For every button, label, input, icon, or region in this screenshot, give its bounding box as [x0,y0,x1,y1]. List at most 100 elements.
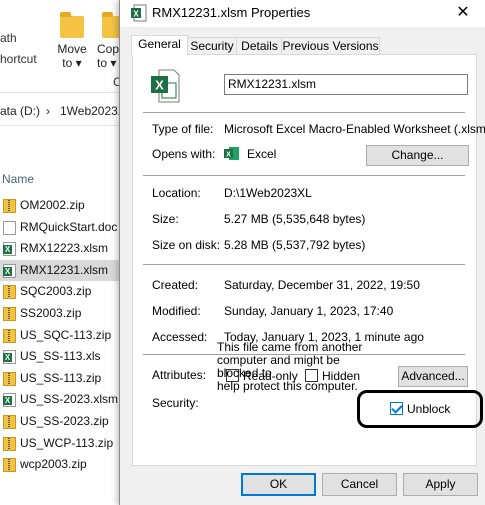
size-on-disk-label: Size on disk: [152,238,221,252]
zip-file-icon [3,414,16,429]
file-list-item[interactable]: RMX12231.xlsm [0,259,130,282]
created-label: Created: [152,278,199,292]
copy-to-button[interactable]: Cop to ▾ [97,8,121,74]
svg-text:X: X [155,78,164,93]
folder-icon [60,12,84,38]
file-list-item[interactable]: RMX12223.xlsm [0,238,130,260]
type-of-file-label: Type of file: [152,122,214,136]
location-value: D:\1Web2023XL [224,186,312,200]
document-file-icon [3,220,16,235]
zip-file-icon [3,199,16,213]
file-name: US_SS-2023.xlsm [20,392,119,407]
file-name: OM2002.zip [20,198,85,212]
dialog-title: RMX12231.xlsm Properties [152,5,311,20]
tab-details[interactable]: Details [236,37,283,55]
breadcrumb-separator-icon[interactable]: › [46,104,50,118]
chevron-down-icon: ▾ [110,56,117,70]
security-label: Security: [152,396,199,410]
properties-dialog: X RMX12231.xlsm Properties ✕ General Sec… [119,0,485,505]
column-header-name[interactable]: Name [2,172,34,186]
file-name-field[interactable]: RMX12231.xlsm [224,74,468,95]
breadcrumb-drive[interactable]: ata (D:) [0,104,40,118]
file-name: US_SS-2023.zip [20,413,109,428]
opens-with-label: Opens with: [152,147,216,161]
location-label: Location: [152,186,201,200]
copy-to-label: Cop [97,42,120,56]
unblock-label[interactable]: Unblock [407,402,450,416]
file-name: US_SS-113.zip [20,370,102,385]
excel-file-icon [3,393,16,408]
zip-file-icon [3,328,16,343]
cancel-button[interactable]: Cancel [322,473,397,496]
file-name: RMX12231.xlsm [20,262,109,277]
file-list-item[interactable]: OM2002.zip [0,195,130,217]
type-of-file-value: Microsoft Excel Macro-Enabled Worksheet … [224,122,485,136]
zip-file-icon [3,371,16,386]
modified-value: Sunday, January 1, 2023, 17:40 [224,304,394,318]
zip-file-icon [3,285,16,300]
excel-app-icon: X [224,147,239,160]
created-value: Saturday, December 31, 2022, 19:50 [224,278,420,292]
ribbon-path-fragment[interactable]: ath [0,31,17,45]
size-value: 5.27 MB (5,535,648 bytes) [224,212,366,226]
file-list-item[interactable]: US_SQC-113.zip [0,325,130,347]
chevron-down-icon: ▾ [75,56,82,70]
file-name: SS2003.zip [20,305,82,320]
file-name: SQC2003.zip [20,284,92,299]
accessed-label: Accessed: [152,330,208,344]
close-icon: ✕ [456,4,470,21]
zip-file-icon [3,458,16,473]
zip-file-icon [3,306,16,321]
file-list-item[interactable]: US_SS-2023.zip [0,411,130,433]
security-message: This file came from another computer and… [217,341,377,393]
svg-text:X: X [226,152,231,159]
attributes-label: Attributes: [152,368,207,382]
excel-file-icon [3,263,16,278]
file-list-item[interactable]: US_WCP-113.zip [0,433,130,455]
size-on-disk-value: 5.28 MB (5,537,792 bytes) [224,238,366,252]
file-list-item[interactable]: wcp2003.zip [0,454,130,476]
file-name: US_SQC-113.zip [20,327,112,342]
modified-label: Modified: [152,304,201,318]
divider [143,175,465,176]
file-name: US_WCP-113.zip [20,435,114,450]
close-button[interactable]: ✕ [446,0,480,27]
security-message-line: computer and might be blocked to [217,353,340,380]
file-list-item[interactable]: RMQuickStart.doc [0,217,130,239]
apply-button[interactable]: Apply [403,473,478,496]
size-label: Size: [152,212,179,226]
file-list-item[interactable]: US_SS-2023.xlsm [0,389,130,411]
opens-with-value: Excel [247,147,277,161]
file-name: US_SS-113.xls [20,349,101,364]
file-list-item[interactable]: SS2003.zip [0,303,130,325]
advanced-button[interactable]: Advanced... [398,366,468,387]
copy-to-sub-label: to [97,56,108,70]
file-list-item[interactable]: SQC2003.zip [0,281,130,303]
file-name: RMX12223.xlsm [20,241,109,256]
excel-file-icon [3,350,16,365]
file-list-item[interactable]: US_SS-113.xls [0,346,130,368]
file-name: RMQuickStart.doc [20,219,118,234]
change-button[interactable]: Change... [366,145,469,166]
file-list: OM2002.zip RMQuickStart.doc RMX12223.xlsm R… [0,195,130,476]
file-list-item[interactable]: US_SS-113.zip [0,368,130,390]
tab-general[interactable]: General [131,35,188,56]
title-bar[interactable]: X RMX12231.xlsm Properties ✕ [120,0,485,27]
move-to-label: Move [57,42,87,56]
tab-previous-versions[interactable]: Previous Versions [281,37,380,55]
divider [143,112,465,113]
file-name: wcp2003.zip [20,457,87,472]
security-message-line: help protect this computer. [217,379,358,393]
move-to-sub-label: to [62,56,73,70]
excel-file-icon [3,242,16,257]
move-to-button[interactable]: Move to ▾ [55,8,89,74]
zip-file-icon [3,436,16,451]
ok-button[interactable]: OK [241,473,316,496]
unblock-checkbox[interactable] [390,402,403,415]
tab-security[interactable]: Security [186,37,238,55]
divider [143,264,465,265]
svg-text:X: X [133,10,139,19]
excel-file-icon: X [131,4,147,22]
excel-file-large-icon: X [151,69,180,103]
ribbon-shortcut-fragment[interactable]: hortcut [0,52,37,66]
